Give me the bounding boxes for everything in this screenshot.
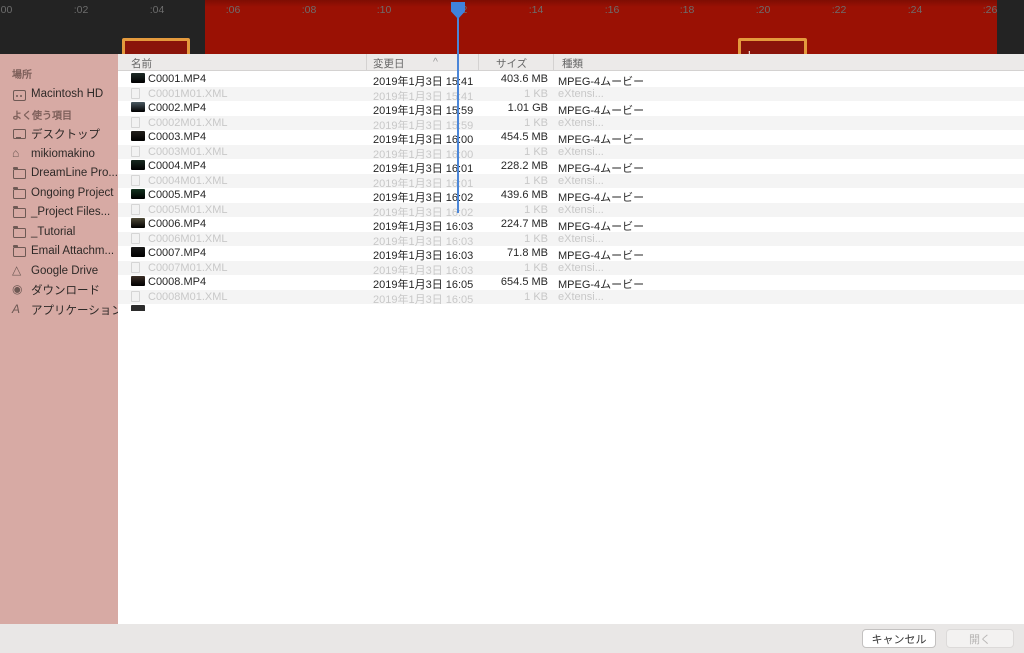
ruler-tick-label: :16	[604, 4, 620, 16]
sidebar-item-label: Google Drive	[31, 264, 99, 277]
sidebar-item-_projectfiles[interactable]: _Project Files...	[0, 203, 118, 223]
file-list-area: 名前 ^ 変更日 サイズ 種類 C0001.MP4 2019年1月3日 15:41…	[118, 54, 1024, 624]
file-kind: MPEG-4ムービー	[558, 221, 645, 232]
ruler-tick-label: :02	[73, 4, 89, 16]
ruler-tick-label: :24	[907, 4, 923, 16]
sidebar-item-[interactable]: A アプリケーション	[0, 300, 118, 320]
sidebar-item-googledrive[interactable]: △ Google Drive	[0, 261, 118, 281]
table-row[interactable]: C0006.MP4 2019年1月3日 16:03 224.7 MB MPEG-4ムー…	[118, 217, 1024, 232]
sidebar-item-label: ダウンロード	[31, 285, 100, 298]
video-thumbnail-icon	[131, 305, 145, 311]
file-name: C0005M01.XML	[148, 203, 228, 216]
video-thumbnail-icon	[131, 218, 145, 228]
sidebar-item-[interactable]: ◉ ダウンロード	[0, 281, 118, 301]
sidebar-item-label: _Tutorial	[31, 225, 76, 238]
table-row[interactable]: C0008M01.XML 2019年1月3日 16:05 1 KB eXtensi..…	[118, 289, 1024, 304]
file-kind: eXtensi...	[558, 290, 604, 303]
sidebar-item-emailattachm[interactable]: Email Attachm...	[0, 242, 118, 262]
table-row[interactable]: C0007M01.XML 2019年1月3日 16:03 1 KB eXtensi..…	[118, 260, 1024, 275]
gdrive-icon: △	[12, 262, 22, 277]
app-window: 00:115400:2821	[0, 0, 1024, 653]
download-icon: ◉	[12, 282, 23, 297]
xml-file-icon	[131, 290, 140, 302]
file-kind: MPEG-4ムービー	[558, 250, 645, 261]
file-name: C0007.MP4	[148, 247, 207, 259]
file-name: C0008M01.XML	[148, 290, 228, 303]
file-size: 654.5 MB	[500, 276, 548, 288]
xml-file-icon	[131, 203, 140, 215]
file-list: C0001.MP4 2019年1月3日 15:41 403.6 MB MPEG-4ムー…	[118, 72, 1024, 624]
ruler-tick-label: :20	[755, 4, 771, 16]
sidebar-item-_tutorial[interactable]: _Tutorial	[0, 222, 118, 242]
video-thumbnail-icon	[131, 247, 145, 257]
ruler-tick-label: :18	[679, 4, 695, 16]
folder-icon	[12, 245, 26, 258]
file-size: 1 KB	[524, 290, 548, 303]
file-size: 224.7 MB	[500, 218, 548, 230]
folder-icon	[12, 206, 26, 219]
ruler-tick-label: :26	[982, 4, 998, 16]
video-thumbnail-icon	[131, 276, 145, 286]
file-size: 71.8 MB	[507, 247, 548, 259]
file-size: 1 KB	[524, 203, 548, 216]
table-row[interactable]: C0006M01.XML 2019年1月3日 16:03 1 KB eXtensi..…	[118, 231, 1024, 246]
xml-file-icon	[131, 261, 140, 273]
table-row[interactable]: C0008.MP4 2019年1月3日 16:05 654.5 MB MPEG-4ムー…	[118, 275, 1024, 290]
ruler-tick-label: :00	[0, 4, 13, 16]
file-size: 1 KB	[524, 261, 548, 274]
sidebar-item-label: _Project Files...	[31, 206, 111, 219]
file-size: 1 KB	[524, 232, 548, 245]
dialog-sidebar: 場所 Macintosh HD よく使う項目 デスクトップ ⌂ mikiomakino Dr…	[0, 54, 118, 624]
xml-file-icon	[131, 232, 140, 244]
file-name: C0006M01.XML	[148, 232, 228, 245]
ruler-tick-label: :04	[149, 4, 165, 16]
ruler-tick-label: :08	[301, 4, 317, 16]
sidebar-item-label: Email Attachm...	[31, 245, 115, 258]
file-kind: eXtensi...	[558, 203, 604, 216]
file-kind: eXtensi...	[558, 232, 604, 245]
file-name: C0008.MP4	[148, 276, 207, 288]
sidebar-item-label: アプリケーション	[31, 304, 118, 317]
file-kind: eXtensi...	[558, 261, 604, 274]
folder-icon	[12, 225, 26, 238]
file-name: C0007M01.XML	[148, 261, 228, 274]
ruler-tick-label: :10	[376, 4, 392, 16]
link-media-dialog: どのメディアを「/Volumes/TB-1/Private/Japan Dec1…	[0, 54, 1024, 653]
apps-icon: A	[12, 301, 21, 316]
ruler-tick-label: :14	[528, 4, 544, 16]
file-kind: MPEG-4ムービー	[558, 279, 645, 290]
file-name: C0006.MP4	[148, 218, 207, 230]
ruler-tick-label: :06	[225, 4, 241, 16]
playhead-line	[457, 3, 459, 213]
table-row-partial[interactable]	[118, 304, 1024, 311]
table-row[interactable]: C0007.MP4 2019年1月3日 16:03 71.8 MB MPEG-4ムービ…	[118, 246, 1024, 261]
ruler-tick-label: :22	[831, 4, 847, 16]
